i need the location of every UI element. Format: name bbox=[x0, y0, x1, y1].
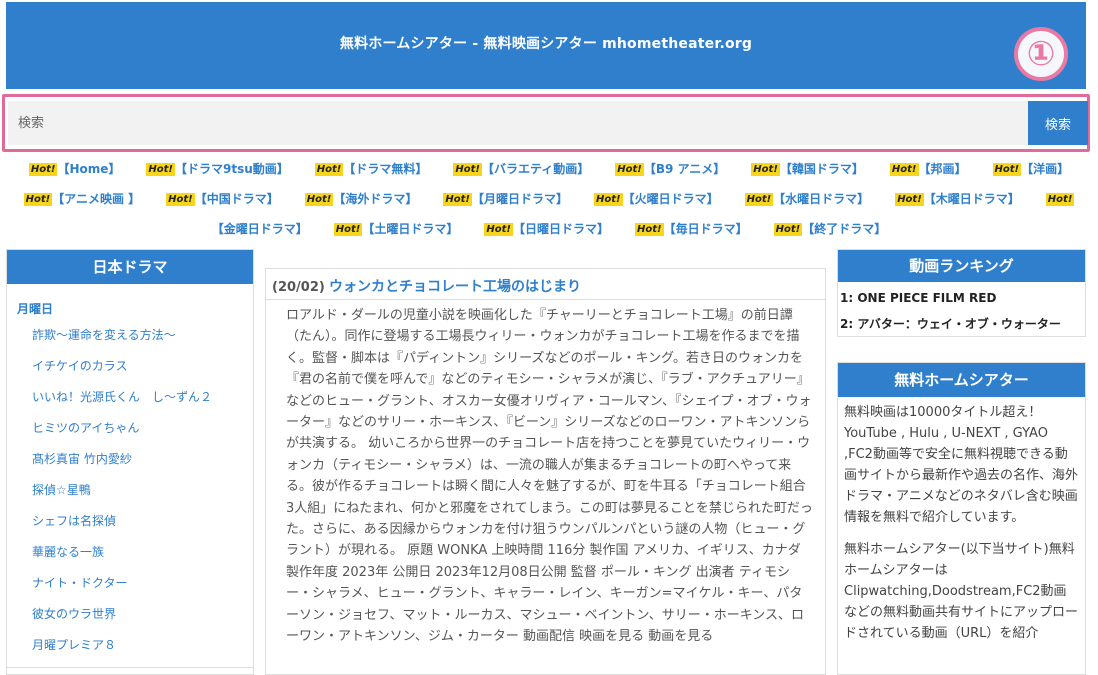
nav-link-label: 【洋画】 bbox=[1021, 162, 1070, 176]
nav-link[interactable]: Hot! 【水曜日ドラマ】 bbox=[744, 190, 870, 207]
about-paragraph: 無料ホームシアター(以下当サイト)無料ホームシアターはClipwatching,… bbox=[844, 542, 1079, 641]
ranking-item[interactable]: 1: ONE PIECE FILM RED bbox=[840, 291, 996, 305]
nav-link-label: 【水曜日ドラマ】 bbox=[773, 192, 870, 206]
nav-link-label: 【中国ドラマ】 bbox=[194, 192, 279, 206]
post-date: (20/02) bbox=[272, 280, 325, 295]
nav-link-label: 【Home】 bbox=[57, 162, 121, 176]
nav-link-label: 【バラエティ動画】 bbox=[481, 162, 590, 176]
nav-link[interactable]: Hot! 【バラエティ動画】 bbox=[453, 160, 589, 177]
nav-link[interactable]: Hot! 【中国ドラマ】 bbox=[166, 190, 279, 207]
hot-badge: Hot! bbox=[314, 163, 344, 176]
nav-link[interactable]: Hot! 【Home】 bbox=[28, 160, 121, 177]
drama-link[interactable]: 詐欺〜運命を変える方法〜 bbox=[32, 326, 176, 343]
drama-link[interactable]: 髙杉真宙 竹内愛紗 bbox=[32, 450, 132, 467]
hot-badge: Hot! bbox=[484, 223, 513, 236]
about-paragraph: 無料映画は10000タイトル超え！YouTube , Hulu , U-NEXT… bbox=[844, 405, 1079, 525]
site-title[interactable]: 無料ホームシアター - 無料映画シアター mhometheater.org bbox=[6, 33, 1086, 53]
panel-title: 日本ドラマ bbox=[7, 250, 253, 284]
hot-badge: Hot! bbox=[593, 193, 623, 206]
nav-link-label: 【ドラマ9tsu動画】 bbox=[175, 162, 289, 176]
ranking-item[interactable]: 2: アバター：ウェイ・オブ・ウォーター bbox=[840, 315, 1061, 332]
search-bar: 検索 bbox=[2, 94, 1090, 152]
nav-row: Hot! 【アニメ映画 】 Hot! 【中国ドラマ】 Hot! 【海外ドラマ】 Hot! 【月… bbox=[0, 190, 1098, 207]
drama-link[interactable]: イチケイのカラス bbox=[32, 357, 128, 374]
panel-title: 動画ランキング bbox=[838, 250, 1085, 282]
nav-link[interactable]: Hot! 【ドラマ無料】 bbox=[314, 160, 428, 177]
nav-link[interactable]: Hot! 【B9 アニメ】 bbox=[615, 160, 725, 177]
drama-link[interactable]: 探偵☆星鴨 bbox=[32, 481, 91, 498]
nav-link-label: 【終了ドラマ】 bbox=[802, 222, 887, 236]
hot-badge: Hot! bbox=[453, 163, 482, 176]
nav-link[interactable]: Hot! 【邦画】 bbox=[889, 160, 967, 177]
post-title-link[interactable]: ウォンカとチョコレート工場のはじまり bbox=[329, 279, 581, 295]
nav-link-label: 【土曜日ドラマ】 bbox=[362, 222, 459, 236]
day-heading: 月曜日 bbox=[17, 302, 54, 316]
hot-badge: Hot! bbox=[304, 193, 334, 206]
hot-badge: Hot! bbox=[23, 193, 53, 206]
hot-badge: Hot! bbox=[146, 163, 175, 176]
nav-link[interactable]: Hot! 【月曜日ドラマ】 bbox=[443, 190, 568, 207]
hot-badge: Hot! bbox=[889, 163, 919, 176]
nav-link[interactable]: Hot! 【土曜日ドラマ】 bbox=[333, 220, 459, 237]
nav-link-label: 【日曜日ドラマ】 bbox=[512, 222, 609, 236]
nav-link[interactable]: Hot! 【洋画】 bbox=[992, 160, 1070, 177]
hot-badge: Hot! bbox=[443, 193, 472, 206]
nav-row: Hot! 【Home】 Hot! 【ドラマ9tsu動画】 Hot! 【ドラマ無料】 Hot!… bbox=[0, 160, 1098, 177]
drama-link[interactable]: 月曜プレミア８ bbox=[32, 636, 116, 653]
nav-link[interactable]: Hot! 【ドラマ9tsu動画】 bbox=[146, 160, 289, 177]
annotation-marker: ① bbox=[1014, 27, 1068, 81]
nav-link-label: 【火曜日ドラマ】 bbox=[622, 192, 719, 206]
search-input[interactable] bbox=[8, 101, 1030, 145]
nav-link[interactable]: Hot! 【終了ドラマ】 bbox=[773, 220, 887, 237]
hot-badge: Hot! bbox=[28, 163, 58, 176]
search-button[interactable]: 検索 bbox=[1028, 101, 1088, 145]
nav-link[interactable]: 【金曜日ドラマ】 bbox=[212, 220, 308, 237]
nav-link-label: 【月曜日ドラマ】 bbox=[471, 192, 568, 206]
nav-link-label: 【毎日ドラマ】 bbox=[663, 222, 748, 236]
hot-badge: Hot! bbox=[992, 163, 1022, 176]
site-header: 無料ホームシアター - 無料映画シアター mhometheater.org ① bbox=[6, 2, 1086, 89]
hot-badge: Hot! bbox=[744, 193, 774, 206]
about-body: 無料映画は10000タイトル超え！YouTube , Hulu , U-NEXT… bbox=[838, 397, 1085, 644]
drama-link[interactable]: ナイト・ドクター bbox=[32, 574, 128, 591]
hot-badge: Hot! bbox=[751, 163, 780, 176]
nav-link-label: 【邦画】 bbox=[918, 162, 967, 176]
nav-link[interactable]: Hot! 【毎日ドラマ】 bbox=[635, 220, 748, 237]
hot-badge: Hot! bbox=[166, 193, 195, 206]
ranking-panel: 動画ランキング 1: ONE PIECE FILM RED 2: アバター：ウェ… bbox=[837, 249, 1086, 337]
nav-link-label: 【韓国ドラマ】 bbox=[779, 162, 864, 176]
nav-link[interactable]: Hot! 【日曜日ドラマ】 bbox=[484, 220, 609, 237]
nav-link-label: 【アニメ映画 】 bbox=[52, 192, 141, 206]
about-panel: 無料ホームシアター 無料映画は10000タイトル超え！YouTube , Hul… bbox=[837, 362, 1086, 675]
japan-drama-panel: 日本ドラマ 月曜日 詐欺〜運命を変える方法〜 イチケイのカラス いいね！光源氏く… bbox=[6, 249, 254, 675]
nav-link[interactable]: Hot! 【海外ドラマ】 bbox=[304, 190, 418, 207]
post-card: (20/02) ウォンカとチョコレート工場のはじまり ロアルド・ダールの児童小説… bbox=[265, 268, 826, 675]
hot-badge: Hot! bbox=[333, 223, 363, 236]
drama-link[interactable]: シェフは名探偵 bbox=[32, 512, 116, 529]
divider bbox=[7, 667, 253, 668]
nav-link[interactable]: Hot! bbox=[1045, 192, 1075, 206]
drama-link[interactable]: 彼女のウラ世界 bbox=[32, 605, 116, 622]
nav-link-label: 【ドラマ無料】 bbox=[343, 162, 428, 176]
drama-link[interactable]: いいね！光源氏くん し〜ずん２ bbox=[32, 388, 212, 405]
nav-link[interactable]: Hot! 【火曜日ドラマ】 bbox=[593, 190, 719, 207]
nav-link-label: 【金曜日ドラマ】 bbox=[211, 222, 308, 236]
drama-link[interactable]: 華麗なる一族 bbox=[32, 543, 104, 560]
nav-link[interactable]: Hot! 【韓国ドラマ】 bbox=[751, 160, 864, 177]
nav-link-label: 【B9 アニメ】 bbox=[643, 162, 726, 176]
nav-link[interactable]: Hot! 【アニメ映画 】 bbox=[23, 190, 141, 207]
drama-link[interactable]: ヒミツのアイちゃん bbox=[32, 419, 139, 436]
hot-badge: Hot! bbox=[1045, 193, 1075, 206]
post-header: (20/02) ウォンカとチョコレート工場のはじまり bbox=[266, 269, 825, 300]
hot-badge: Hot! bbox=[635, 223, 664, 236]
hot-badge: Hot! bbox=[895, 193, 924, 206]
hot-badge: Hot! bbox=[615, 163, 644, 176]
panel-title: 無料ホームシアター bbox=[838, 363, 1085, 397]
nav-link[interactable]: Hot! 【木曜日ドラマ】 bbox=[895, 190, 1020, 207]
nav-row: 【金曜日ドラマ】 Hot! 【土曜日ドラマ】 Hot! 【日曜日ドラマ】 Hot! 【毎日ド… bbox=[0, 220, 1098, 237]
nav-link-label: 【木曜日ドラマ】 bbox=[923, 192, 1020, 206]
nav-link-label: 【海外ドラマ】 bbox=[333, 192, 418, 206]
post-body: ロアルド・ダールの児童小説を映画化した『チャーリーとチョコレート工場』の前日譚（… bbox=[286, 308, 813, 645]
hot-badge: Hot! bbox=[773, 223, 803, 236]
